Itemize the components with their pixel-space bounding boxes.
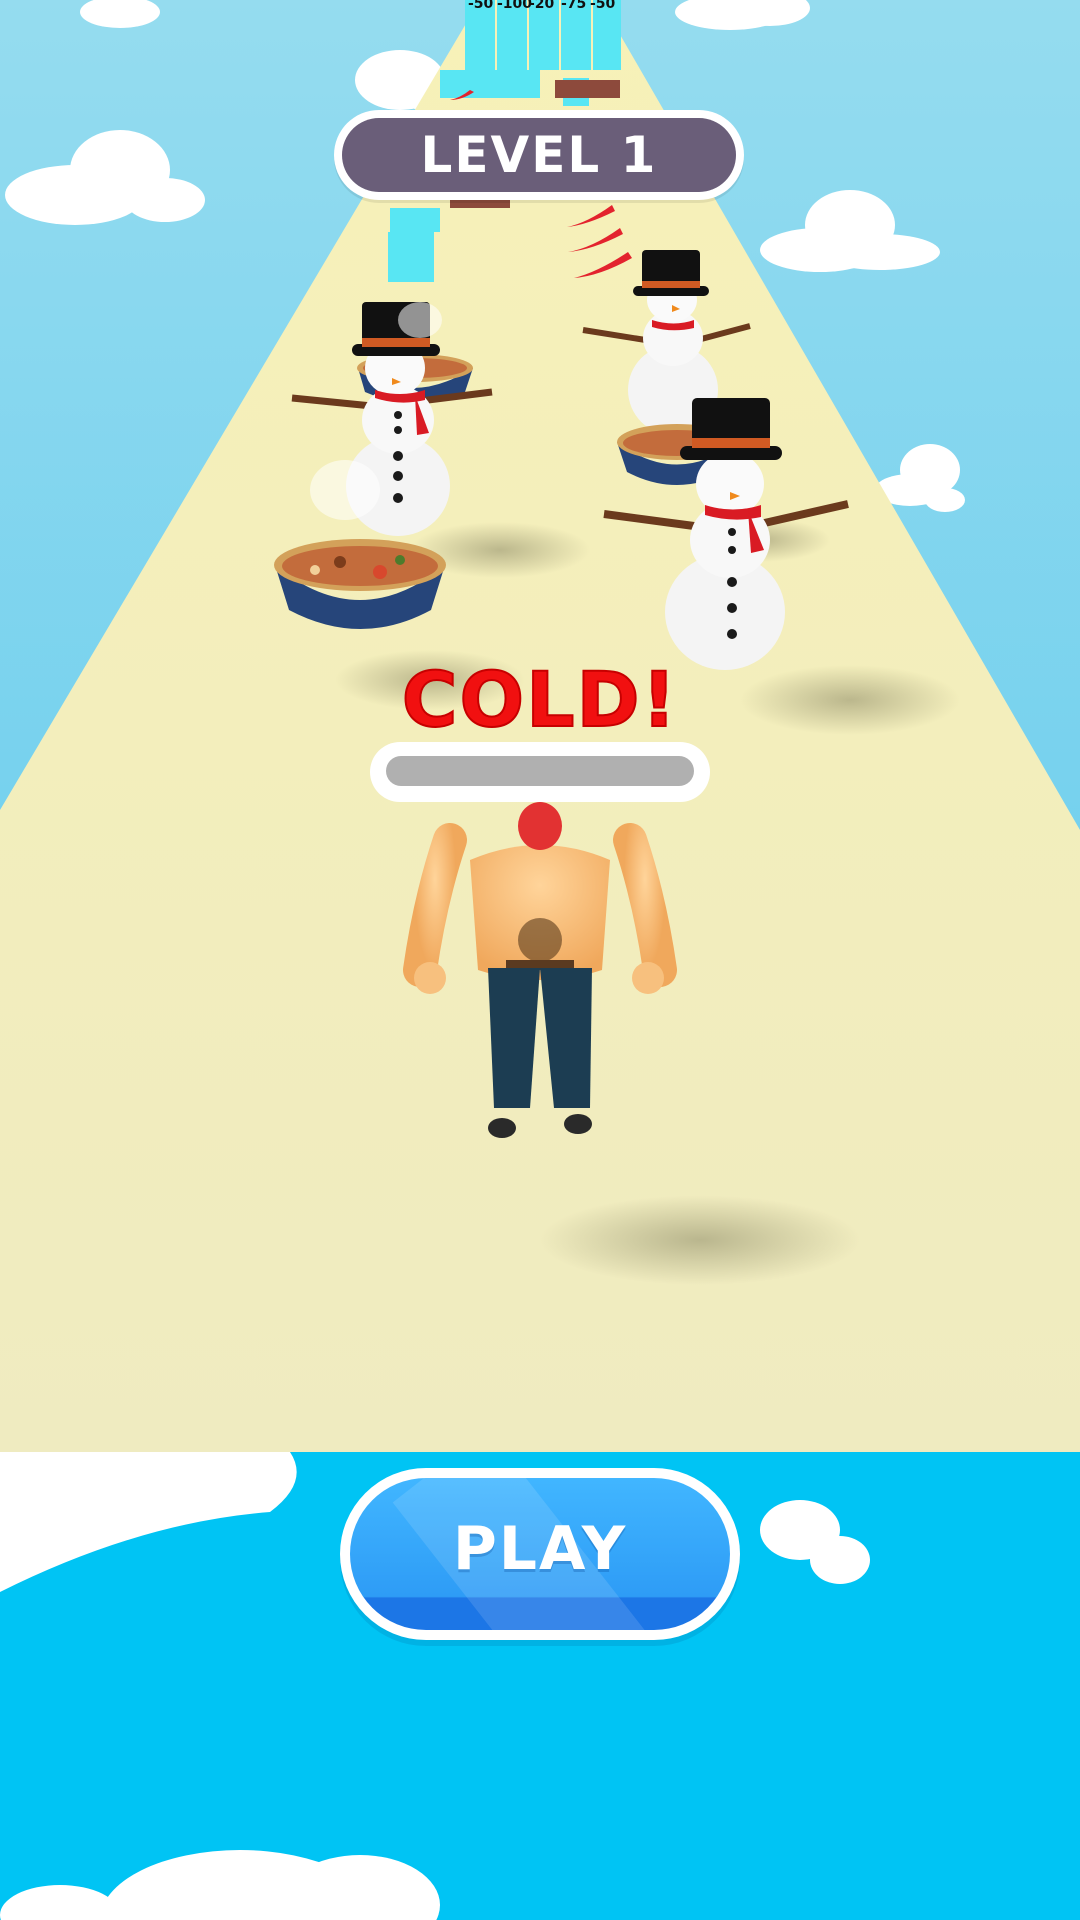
play-button[interactable]: PLAY bbox=[340, 1468, 740, 1640]
shadow bbox=[540, 1195, 860, 1285]
svg-text:-50: -50 bbox=[468, 0, 494, 12]
floor-tile bbox=[555, 80, 620, 98]
shadow bbox=[740, 665, 960, 735]
temperature-status-label: COLD! bbox=[401, 654, 679, 745]
temperature-meter bbox=[370, 742, 710, 802]
svg-text:-20: -20 bbox=[529, 0, 555, 12]
level-label: LEVEL 1 bbox=[420, 126, 658, 184]
track-values: -50 -100 -20 -75 -50 bbox=[468, 0, 616, 12]
temperature-meter-track bbox=[386, 756, 694, 786]
svg-text:-100: -100 bbox=[497, 0, 532, 12]
play-button-face[interactable]: PLAY bbox=[350, 1478, 730, 1630]
level-indicator-inner: LEVEL 1 bbox=[342, 118, 736, 192]
svg-text:-75: -75 bbox=[561, 0, 586, 12]
level-indicator: LEVEL 1 bbox=[334, 110, 744, 200]
play-button-label: PLAY bbox=[452, 1514, 628, 1584]
svg-text:-50: -50 bbox=[590, 0, 616, 12]
